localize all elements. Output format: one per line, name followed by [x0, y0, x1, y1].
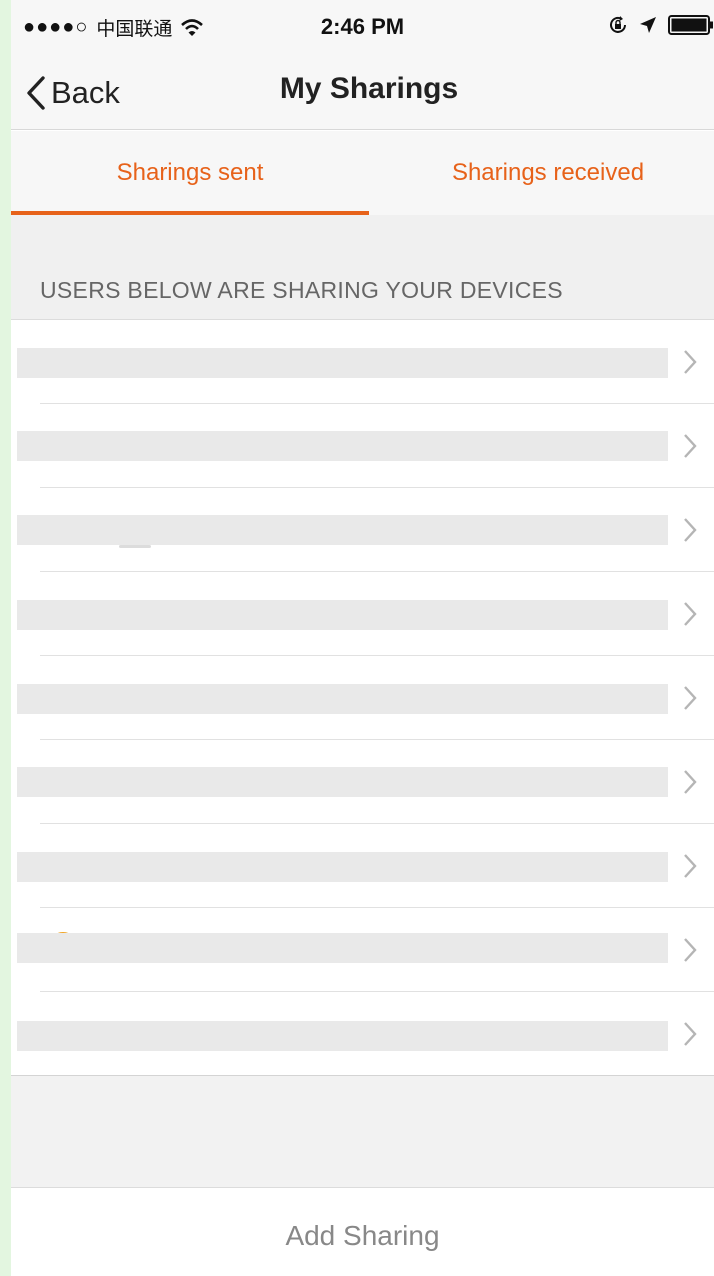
navigation-bar: Back My Sharings	[11, 56, 714, 130]
chevron-right-icon	[684, 350, 697, 374]
phone-screen: ●●●●○ 中国联通 2:46 PM Back My Sharings Shar…	[11, 0, 714, 1276]
redacted-name	[17, 767, 668, 797]
redacted-name	[17, 1021, 668, 1051]
chevron-right-icon	[684, 434, 697, 458]
user-list	[11, 320, 714, 1076]
redacted-name	[17, 684, 668, 714]
name-fragment	[119, 545, 151, 548]
list-item[interactable]	[11, 572, 714, 656]
chevron-right-icon	[684, 686, 697, 710]
redacted-name	[17, 515, 668, 545]
list-item[interactable]	[11, 404, 714, 488]
redacted-name	[17, 348, 668, 378]
list-item[interactable]	[11, 656, 714, 740]
list-item[interactable]	[11, 908, 714, 992]
tab-sharings-sent[interactable]: Sharings sent	[11, 131, 369, 215]
status-bar: ●●●●○ 中国联通 2:46 PM	[11, 0, 714, 56]
list-item[interactable]	[11, 320, 714, 404]
rotation-lock-icon	[610, 16, 626, 33]
list-item[interactable]	[11, 992, 714, 1076]
chevron-right-icon	[684, 854, 697, 878]
redacted-name	[17, 933, 668, 963]
status-right	[608, 14, 714, 36]
page-title: My Sharings	[279, 72, 459, 105]
redacted-name	[17, 600, 668, 630]
redacted-name	[17, 852, 668, 882]
battery-icon	[668, 15, 713, 35]
location-arrow-icon	[640, 17, 656, 33]
chevron-right-icon	[684, 938, 697, 962]
chevron-right-icon	[684, 1022, 697, 1046]
list-item[interactable]	[11, 824, 714, 908]
chevron-right-icon	[684, 770, 697, 794]
section-header: USERS BELOW ARE SHARING YOUR DEVICES	[11, 215, 714, 320]
list-item[interactable]	[11, 488, 714, 572]
list-item[interactable]	[11, 740, 714, 824]
chevron-right-icon	[684, 602, 697, 626]
tab-sharings-received[interactable]: Sharings received	[369, 131, 714, 215]
redacted-name	[17, 431, 668, 461]
chevron-right-icon	[684, 518, 697, 542]
add-sharing-button[interactable]: Add Sharing	[11, 1189, 714, 1276]
footer-spacer	[11, 1076, 714, 1188]
section-title: USERS BELOW ARE SHARING YOUR DEVICES	[40, 277, 563, 303]
tab-bar: Sharings sent Sharings received	[11, 131, 714, 215]
